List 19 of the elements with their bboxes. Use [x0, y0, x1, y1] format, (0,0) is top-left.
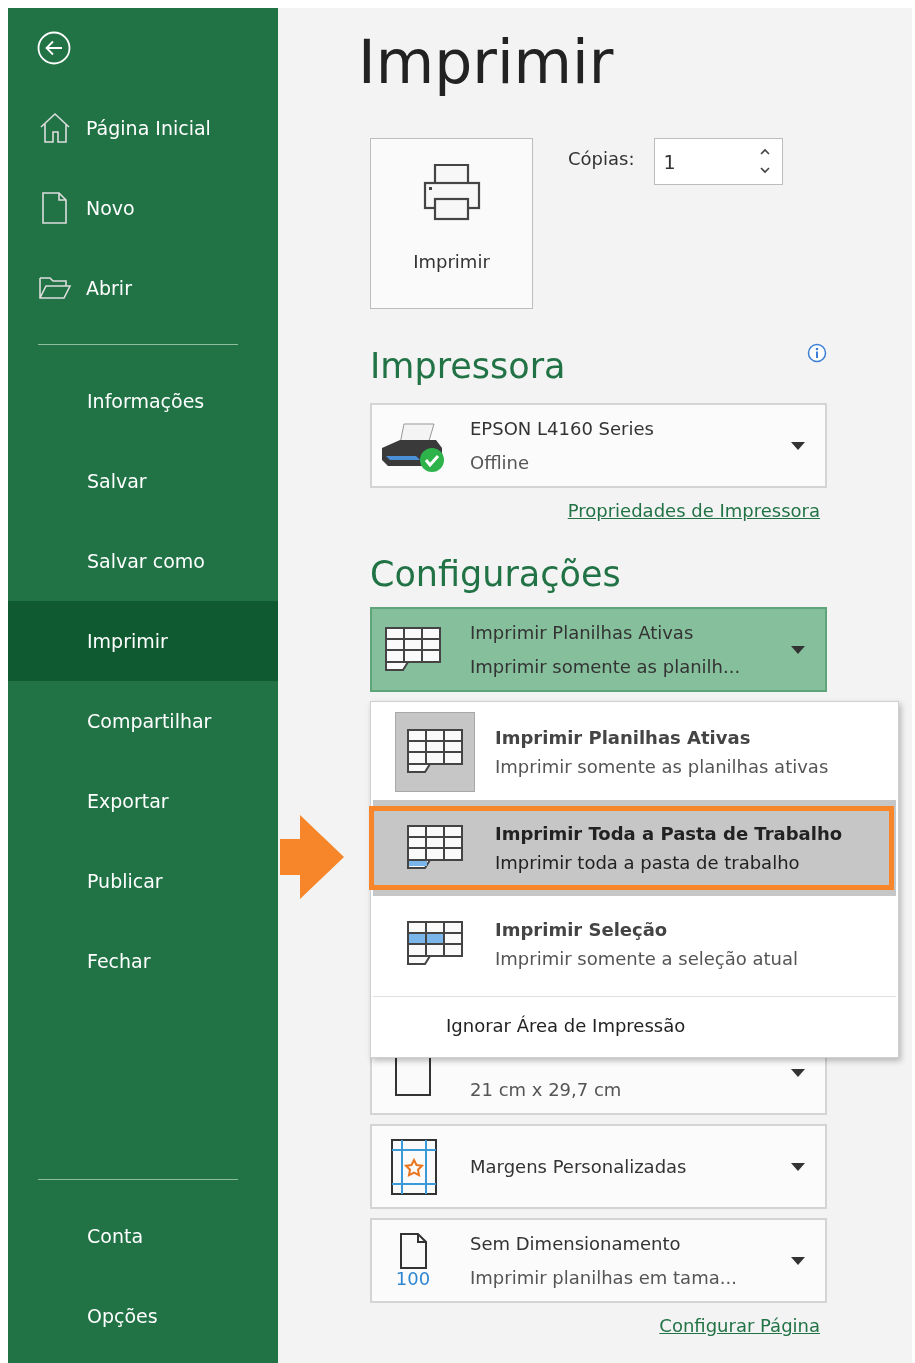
- section-heading: Impressora: [370, 345, 566, 388]
- dropdown-title: Imprimir Planilhas Ativas: [470, 621, 695, 644]
- printer-status: Offline: [470, 451, 531, 474]
- copies-label: Cópias:: [568, 148, 635, 169]
- dropdown-title: Margens Personalizadas: [470, 1155, 688, 1178]
- option-title: Imprimir Planilhas Ativas: [495, 727, 752, 748]
- section-heading: Configurações: [370, 553, 622, 596]
- option-description: Imprimir toda a pasta de trabalho: [495, 852, 801, 873]
- option-description: Imprimir somente as planilhas ativas: [495, 756, 829, 777]
- dropdown-subtitle: Imprimir planilhas em tama...: [470, 1266, 738, 1289]
- option-description: Imprimir somente a seleção atual: [495, 948, 799, 969]
- dropdown-subtitle: 21 cm x 29,7 cm: [470, 1078, 623, 1101]
- option-title: Imprimir Toda a Pasta de Trabalho: [495, 823, 843, 844]
- dropdown-title: Sem Dimensionamento: [470, 1232, 682, 1255]
- dropdown-subtitle: Imprimir somente as planilh...: [470, 655, 742, 678]
- printer-name: EPSON L4160 Series: [470, 417, 655, 440]
- scale-percent: 100: [395, 1268, 431, 1289]
- option-title: Imprimir Seleção: [495, 919, 669, 940]
- page-title: Imprimir: [358, 26, 615, 99]
